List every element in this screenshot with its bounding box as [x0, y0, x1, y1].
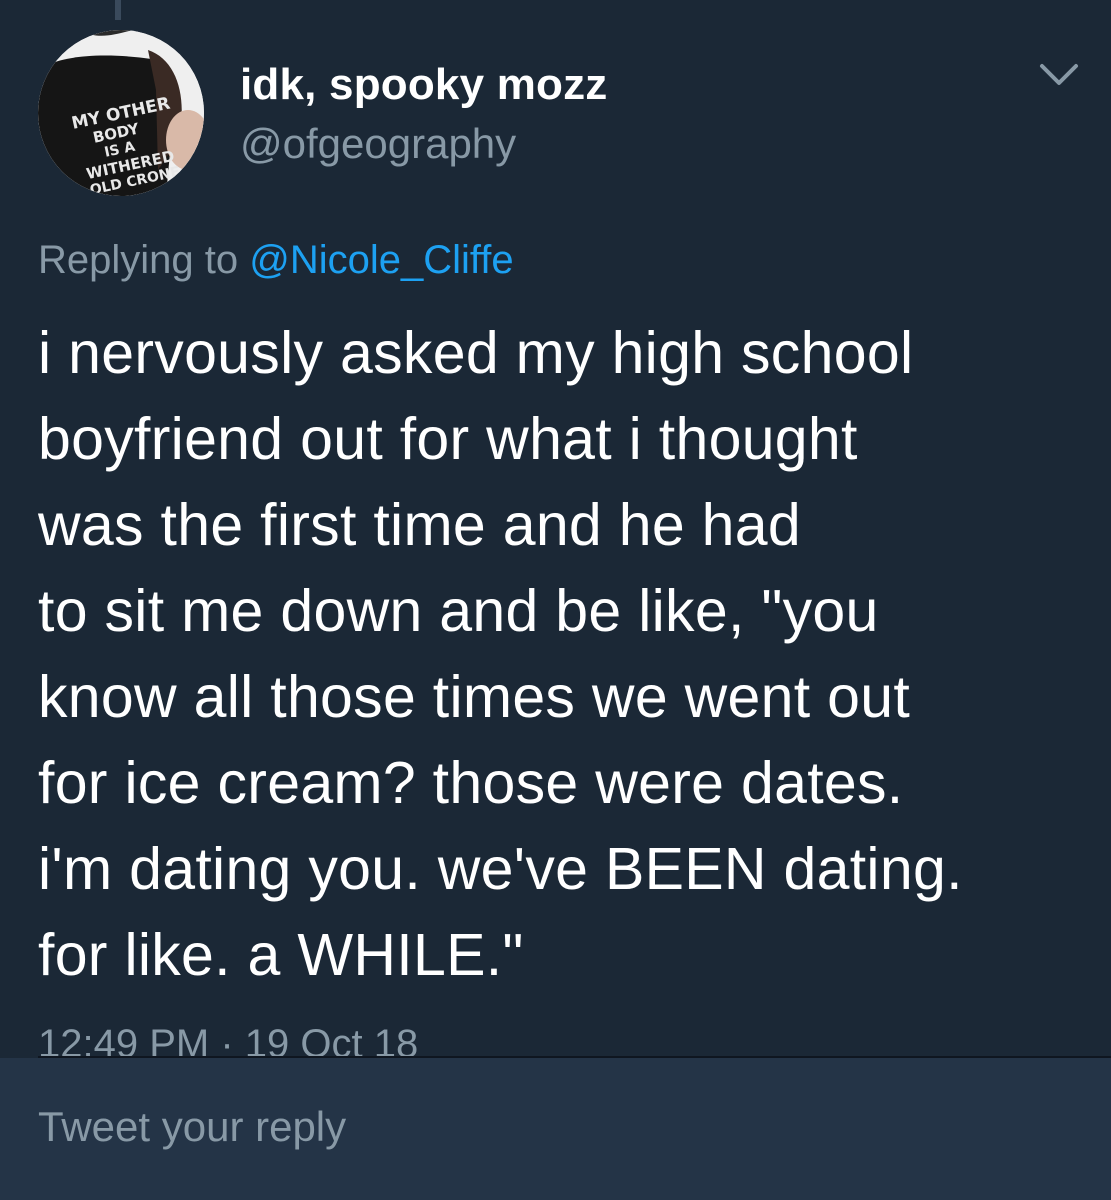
- tweet-timestamp[interactable]: 12:49 PM · 19 Oct 18: [38, 1022, 418, 1056]
- replying-to-label: Replying to: [38, 238, 250, 282]
- thread-connector-line: [115, 0, 121, 20]
- tweet-text-line: for ice cream? those were dates.: [38, 750, 904, 816]
- tweet-body: i nervously asked my high school boyfrie…: [38, 310, 1088, 998]
- tweet-text-line: know all those times we went out: [38, 664, 911, 730]
- chevron-down-icon[interactable]: [1036, 58, 1082, 92]
- author-handle[interactable]: @ofgeography: [240, 120, 516, 168]
- replying-to-mention-link[interactable]: @Nicole_Cliffe: [249, 238, 513, 282]
- tweet-text-line: boyfriend out for what i thought: [38, 406, 858, 472]
- tweet-text-line: for like. a WHILE.": [38, 922, 524, 988]
- replying-to-context: Replying to @Nicole_Cliffe: [38, 238, 514, 283]
- reply-composer-bar: Tweet your reply: [0, 1058, 1111, 1200]
- tweet-text-line: i'm dating you. we've BEEN dating.: [38, 836, 963, 902]
- tweet-text-line: was the first time and he had: [38, 492, 801, 558]
- tweet-text-line: to sit me down and be like, "you: [38, 578, 879, 644]
- avatar-image: MY OTHER BODY IS A WITHERED OLD CRONE: [38, 30, 204, 196]
- reply-input[interactable]: Tweet your reply: [38, 1103, 1078, 1159]
- avatar[interactable]: MY OTHER BODY IS A WITHERED OLD CRONE: [38, 30, 204, 196]
- timestamp-row: 12:49 PM · 19 Oct 18: [0, 1010, 1111, 1056]
- author-display-name[interactable]: idk, spooky mozz: [240, 60, 608, 110]
- tweet-text-line: i nervously asked my high school: [38, 320, 914, 386]
